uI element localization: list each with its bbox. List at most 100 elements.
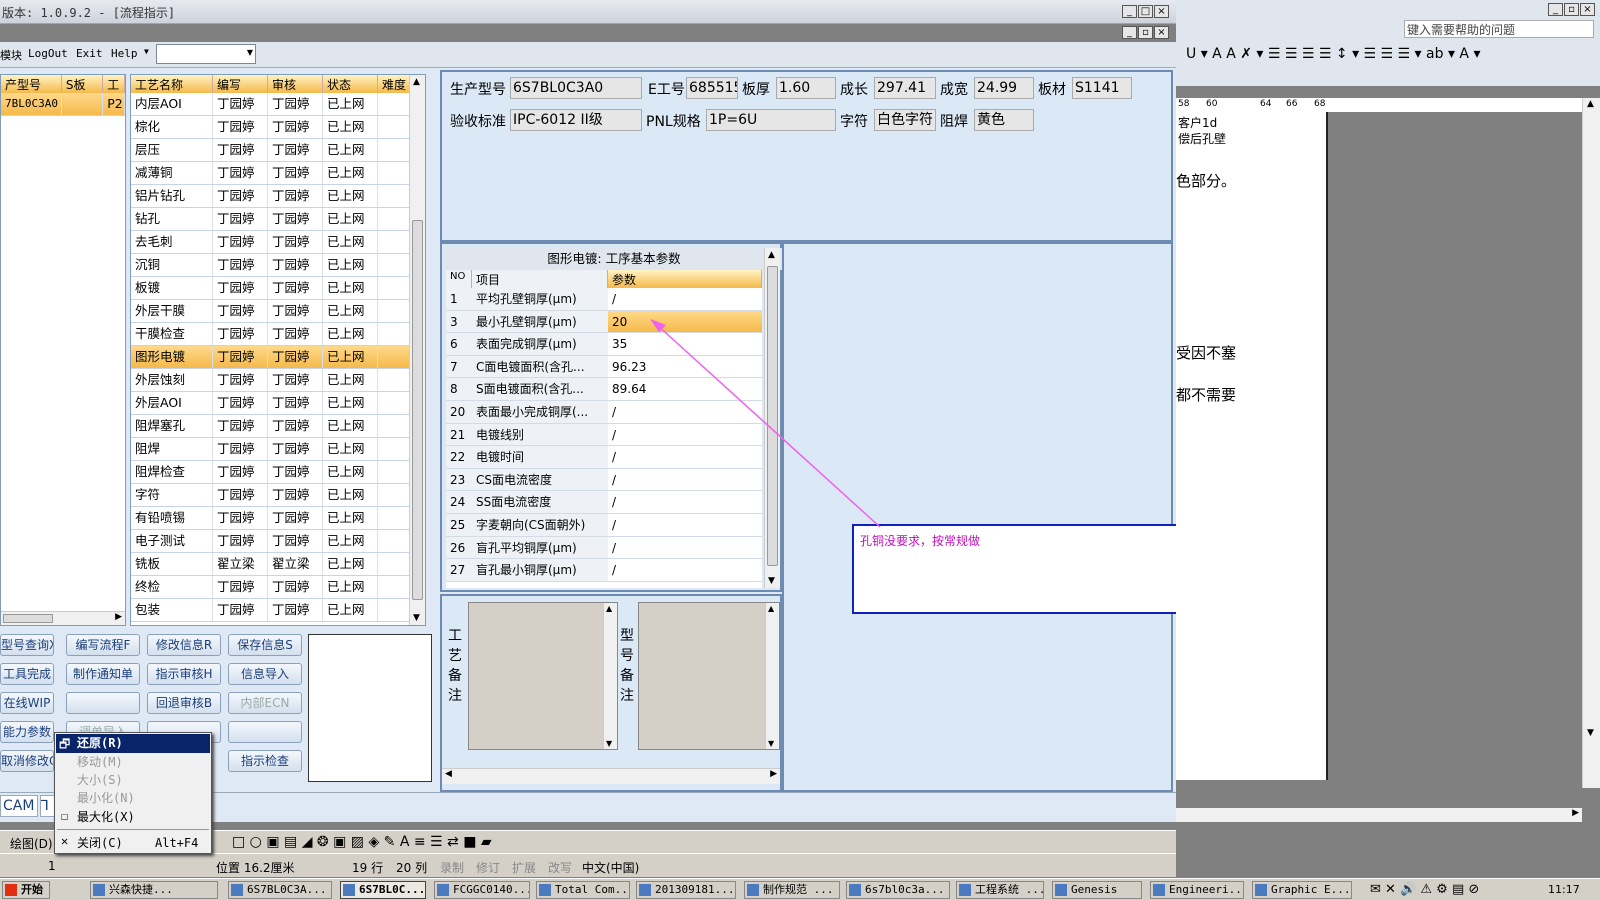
- process-row[interactable]: 去毛刺 丁园婷 丁园婷 已上网: [131, 231, 425, 254]
- child-close-button[interactable]: ×: [1154, 26, 1169, 39]
- instruction-check-button[interactable]: 指示检查: [228, 750, 302, 772]
- taskbar-item[interactable]: 6S7BL0C3A...: [228, 881, 332, 899]
- pnl-field[interactable]: 1P=6U: [706, 109, 836, 131]
- menu-minimize[interactable]: 最小化(N): [77, 789, 135, 807]
- menu-close[interactable]: 关闭(C): [77, 834, 123, 852]
- character-field[interactable]: 白色字符: [874, 109, 936, 131]
- online-wip-button[interactable]: 在线WIP: [0, 692, 54, 714]
- col-header-model[interactable]: 产型号: [1, 75, 62, 93]
- process-row[interactable]: 终检 丁园婷 丁园婷 已上网: [131, 576, 425, 599]
- edit-info-button[interactable]: 修改信息R: [147, 634, 221, 656]
- col-header-no[interactable]: NO: [446, 270, 472, 288]
- word-restore-button[interactable]: ▫: [1564, 3, 1579, 16]
- menu-logout[interactable]: LogOut: [28, 47, 68, 60]
- process-row[interactable]: 板镀 丁园婷 丁园婷 已上网: [131, 277, 425, 300]
- status-ovr[interactable]: 改写: [548, 859, 572, 876]
- process-row[interactable]: 棕化 丁园婷 丁园婷 已上网: [131, 116, 425, 139]
- draw-menu[interactable]: 绘图(D): [10, 835, 53, 852]
- process-row[interactable]: 沉铜 丁园婷 丁园婷 已上网: [131, 254, 425, 277]
- minimize-button[interactable]: _: [1122, 5, 1137, 18]
- taskbar-item[interactable]: 制作规范 ...: [744, 881, 840, 899]
- tab-cam[interactable]: CAM: [0, 795, 38, 817]
- status-trk[interactable]: 修订: [476, 859, 500, 876]
- menu-move[interactable]: 移动(M): [77, 753, 123, 771]
- notes-hscroll[interactable]: ◀ ▶: [442, 768, 780, 784]
- process-grid-vscroll[interactable]: ▲ ▼: [409, 75, 425, 625]
- model-query-button[interactable]: 型号查询X: [0, 634, 54, 656]
- process-row[interactable]: 阻焊塞孔 丁园婷 丁园婷 已上网: [131, 415, 425, 438]
- write-flow-button[interactable]: 编写流程F: [66, 634, 140, 656]
- taskbar-item[interactable]: Graphic E...: [1252, 881, 1352, 899]
- cancel-edit-button[interactable]: 取消修改C: [0, 750, 54, 772]
- param-row[interactable]: 26 盲孔平均铜厚(μm) /: [446, 536, 762, 560]
- help-dropdown-icon[interactable]: ▼: [144, 47, 149, 56]
- taskbar-item[interactable]: FCGGC0140...: [434, 881, 530, 899]
- col-header-reviewer[interactable]: 审核: [268, 75, 323, 93]
- model-grid-hscroll[interactable]: ▶: [1, 611, 125, 625]
- process-row[interactable]: 层压 丁园婷 丁园婷 已上网: [131, 139, 425, 162]
- taskbar-item[interactable]: Engineeri...: [1150, 881, 1244, 899]
- solder-mask-field[interactable]: 黄色: [974, 109, 1034, 131]
- param-row[interactable]: 3 最小孔壁铜厚(μm) 20: [446, 310, 762, 334]
- child-restore-button[interactable]: ▫: [1138, 26, 1153, 39]
- process-row[interactable]: 铝片钻孔 丁园婷 丁园婷 已上网: [131, 185, 425, 208]
- param-row[interactable]: 6 表面完成铜厚(μm) 35: [446, 333, 762, 356]
- child-minimize-button[interactable]: _: [1122, 26, 1137, 39]
- process-row[interactable]: 外层蚀刻 丁园婷 丁园婷 已上网: [131, 369, 425, 392]
- process-row[interactable]: 有铅喷锡 丁园婷 丁园婷 已上网: [131, 507, 425, 530]
- param-row[interactable]: 23 CS面电流密度 /: [446, 468, 762, 492]
- process-row[interactable]: 外层AOI 丁园婷 丁园婷 已上网: [131, 392, 425, 415]
- model-row[interactable]: 7BL0C3A0 P2: [1, 93, 125, 116]
- process-notes-textarea[interactable]: ▲ ▼: [468, 602, 618, 750]
- word-hscroll[interactable]: ▶: [1176, 808, 1582, 822]
- menu-help[interactable]: Help: [111, 47, 138, 60]
- process-row[interactable]: 字符 丁园婷 丁园婷 已上网: [131, 484, 425, 507]
- status-rec[interactable]: 录制: [440, 859, 464, 876]
- process-row[interactable]: 外层干膜 丁园婷 丁园婷 已上网: [131, 300, 425, 323]
- param-row[interactable]: 21 电镀线别 /: [446, 423, 762, 447]
- menu-module[interactable]: 模块: [0, 47, 22, 63]
- internal-ecn-button[interactable]: 内部ECN: [228, 692, 302, 714]
- word-minimize-button[interactable]: _: [1548, 3, 1563, 16]
- close-button[interactable]: ×: [1154, 5, 1169, 18]
- col-header-author[interactable]: 编写: [213, 75, 268, 93]
- process-row[interactable]: 钻孔 丁园婷 丁园婷 已上网: [131, 208, 425, 231]
- process-row[interactable]: 阻焊 丁园婷 丁园婷 已上网: [131, 438, 425, 461]
- col-header-difficulty[interactable]: 难度: [378, 75, 410, 93]
- model-notes-textarea[interactable]: ▲ ▼: [638, 602, 780, 750]
- taskbar-item[interactable]: 6S7BL0C...: [340, 881, 426, 899]
- param-row[interactable]: 22 电镀时间 /: [446, 446, 762, 469]
- process-row[interactable]: 减薄铜 丁园婷 丁园婷 已上网: [131, 162, 425, 185]
- process-row[interactable]: 干膜检查 丁园婷 丁园婷 已上网: [131, 323, 425, 346]
- shape-tools-icon[interactable]: □ ○ ▣ ▤ ◢ ❂ ▣ ▨ ◈ ✎ A ≡ ☰ ⇄ ■ ▰: [232, 834, 492, 850]
- taskbar-item[interactable]: Total Com...: [536, 881, 630, 899]
- col-header-item[interactable]: 项目: [472, 270, 608, 288]
- import-info-button[interactable]: 信息导入: [228, 663, 302, 685]
- taskbar-item[interactable]: Genesis: [1052, 881, 1142, 899]
- tray-icons[interactable]: ✉ ✕ 🔊 ⚠ ⚙ ▤ ⊘: [1370, 882, 1479, 897]
- start-button[interactable]: 开始: [2, 881, 50, 899]
- model-field[interactable]: 6S7BL0C3A0: [510, 77, 642, 99]
- param-row[interactable]: 20 表面最小完成铜厚(... /: [446, 400, 762, 424]
- col-header-value[interactable]: 参数: [608, 270, 762, 288]
- make-notice-button[interactable]: 制作通知单: [66, 663, 140, 685]
- col-header-process[interactable]: 工艺名称: [131, 75, 213, 93]
- annotation-callout[interactable]: 孔铜没要求，按常规做: [852, 524, 1180, 614]
- param-row[interactable]: 8 S面电镀面积(含孔... 89.64: [446, 378, 762, 401]
- col-header-status[interactable]: 状态: [323, 75, 378, 93]
- standard-field[interactable]: IPC-6012 II级: [510, 109, 642, 131]
- review-instruction-button[interactable]: 指示审核H: [147, 663, 221, 685]
- word-page[interactable]: 客户1d 偿后孔壁 色部分。 受因不塞 都不需要: [1176, 112, 1328, 780]
- params-vscroll[interactable]: ▲ ▼: [764, 248, 780, 588]
- process-row[interactable]: 电子测试 丁园婷 丁园婷 已上网: [131, 530, 425, 553]
- taskbar-item[interactable]: 6s7bl0c3a...: [846, 881, 950, 899]
- process-row[interactable]: 铣板 翟立梁 翟立梁 已上网: [131, 553, 425, 576]
- process-row[interactable]: 包装 丁园婷 丁园婷 已上网: [131, 599, 425, 622]
- col-header-s[interactable]: S板: [62, 75, 104, 93]
- material-field[interactable]: S1141: [1072, 77, 1132, 99]
- word-close-button[interactable]: ×: [1580, 3, 1595, 16]
- param-row[interactable]: 7 C面电镀面积(含孔... 96.23: [446, 355, 762, 379]
- toolbar-combo[interactable]: ▼: [156, 44, 256, 64]
- taskbar-item[interactable]: 201309181...: [636, 881, 736, 899]
- tool-complete-button[interactable]: 工具完成: [0, 663, 54, 685]
